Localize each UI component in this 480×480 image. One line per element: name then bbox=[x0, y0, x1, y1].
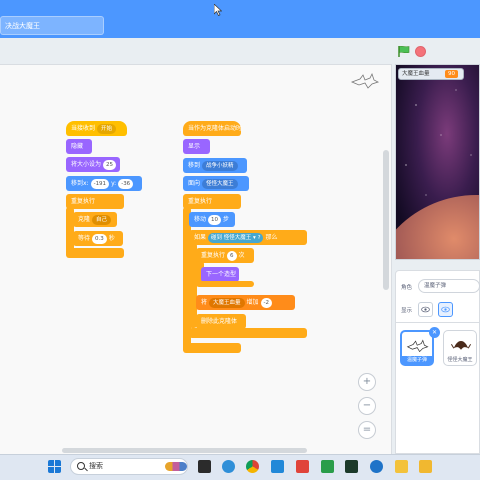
show-label: 显示 bbox=[401, 308, 413, 314]
next-costume-block[interactable]: 下一个造型 bbox=[201, 267, 239, 282]
k-app-icon[interactable] bbox=[370, 460, 383, 473]
delete-clone-block[interactable]: 删除此克隆体 bbox=[196, 314, 246, 329]
boss-sprite-icon bbox=[450, 341, 472, 350]
repeat-block[interactable]: 重复执行 6 次 bbox=[196, 248, 254, 263]
touching-label: 碰到 bbox=[211, 234, 223, 241]
variable-dropdown[interactable]: 大魔王血量 bbox=[209, 297, 245, 308]
dev-app-icon[interactable] bbox=[296, 460, 309, 473]
horizontal-scrollbar[interactable] bbox=[62, 448, 307, 453]
if-end bbox=[189, 328, 307, 338]
goto-x-label: 移到x: bbox=[71, 180, 89, 187]
green-flag-icon[interactable] bbox=[397, 45, 411, 58]
sprite-tile-boss[interactable]: 怪怪大魔王 bbox=[443, 330, 477, 366]
then-label: 那么 bbox=[265, 234, 278, 241]
current-sprite-thumbnail-icon bbox=[350, 72, 380, 89]
hat-label: 当接收到 bbox=[71, 125, 96, 132]
forever-end-2 bbox=[183, 343, 241, 353]
stop-icon[interactable] bbox=[415, 46, 426, 57]
point-target-dropdown[interactable]: 怪怪大魔王 bbox=[202, 178, 238, 189]
repeat-label: 重复执行 bbox=[201, 252, 226, 259]
forever-end bbox=[66, 248, 124, 258]
point-label: 面向 bbox=[188, 180, 201, 187]
windows-start-icon[interactable] bbox=[48, 460, 61, 473]
file-explorer-icon[interactable] bbox=[395, 460, 408, 473]
search-icon bbox=[77, 462, 85, 470]
health-monitor: 大魔王血量 90 bbox=[398, 68, 464, 80]
space-backdrop bbox=[396, 65, 479, 259]
move-steps-block[interactable]: 移动 10 步 bbox=[189, 212, 235, 227]
message-dropdown[interactable]: 开始 bbox=[97, 123, 117, 134]
repeat-end bbox=[196, 281, 254, 287]
repeat-unit: 次 bbox=[238, 252, 245, 259]
wait-block[interactable]: 等待 0.3 秒 bbox=[73, 231, 123, 246]
when-receive-hat-block[interactable]: 当接收到 开始 bbox=[66, 121, 127, 136]
forever-block-2[interactable]: 重复执行 bbox=[183, 194, 241, 209]
monitor-label: 大魔王血量 bbox=[402, 71, 430, 77]
zoom-reset-button[interactable]: = bbox=[358, 421, 376, 439]
zoom-out-button[interactable]: − bbox=[358, 397, 376, 415]
clone-block[interactable]: 克隆 自己 bbox=[73, 212, 117, 227]
touching-question-mark: ? bbox=[257, 234, 261, 241]
trash-icon[interactable]: ✕ bbox=[429, 327, 440, 338]
clone-target-dropdown[interactable]: 自己 bbox=[92, 214, 112, 225]
sprite-tile-name: 怪怪大魔王 bbox=[447, 357, 473, 363]
set-size-block[interactable]: 将大小设为 25 bbox=[66, 157, 120, 172]
hide-sprite-toggle[interactable] bbox=[438, 302, 453, 317]
if-label: 如果 bbox=[194, 234, 207, 241]
touching-target-dropdown[interactable]: 怪怪大魔王 bbox=[224, 235, 252, 241]
size-input[interactable]: 25 bbox=[103, 159, 117, 170]
chrome-icon[interactable] bbox=[246, 460, 259, 473]
move-label: 移动 bbox=[194, 216, 207, 223]
sprite-name-label: 角色 bbox=[401, 285, 413, 291]
wait-unit: 秒 bbox=[108, 235, 115, 242]
sprite-panel-divider bbox=[395, 322, 480, 323]
if-then-block[interactable]: 如果 碰到 怪怪大魔王 ▾ ? 那么 bbox=[189, 230, 307, 245]
move-unit: 步 bbox=[223, 216, 230, 223]
search-highlight-icon bbox=[165, 462, 187, 471]
show-sprite-toggle[interactable] bbox=[418, 302, 433, 317]
bullet-sprite-icon bbox=[406, 339, 429, 353]
repeat-input[interactable]: 6 bbox=[227, 250, 237, 261]
change-label: 将 bbox=[201, 299, 208, 306]
goto-target-dropdown[interactable]: 战争小妖精 bbox=[202, 160, 238, 171]
goto-y-label: y: bbox=[111, 180, 117, 187]
set-size-label: 将大小设为 bbox=[71, 161, 102, 168]
show-block[interactable]: 显示 bbox=[183, 139, 210, 154]
y-input[interactable]: -36 bbox=[118, 178, 134, 189]
edge-browser-icon[interactable] bbox=[222, 460, 235, 473]
task-view-icon[interactable] bbox=[198, 460, 211, 473]
eye-icon bbox=[421, 306, 430, 313]
wait-label: 等待 bbox=[78, 235, 91, 242]
notes-app-icon[interactable] bbox=[419, 460, 432, 473]
sprite-tile-name: 温魔子弹 bbox=[402, 356, 432, 364]
change-by-label: 增加 bbox=[246, 299, 259, 306]
eye-icon bbox=[441, 306, 450, 313]
mouse-cursor-icon bbox=[214, 4, 222, 16]
stage-canvas[interactable] bbox=[395, 64, 480, 260]
forever-block[interactable]: 重复执行 bbox=[66, 194, 124, 209]
hide-block[interactable]: 隐藏 bbox=[66, 139, 92, 154]
menu-bar: 决战大魔王 bbox=[0, 0, 480, 38]
goto-label: 移到 bbox=[188, 162, 201, 169]
vertical-scrollbar[interactable] bbox=[383, 150, 389, 290]
x-input[interactable]: -191 bbox=[90, 178, 110, 189]
change-variable-block[interactable]: 将大魔王血量 增加 -2 bbox=[196, 295, 295, 310]
goto-xy-block[interactable]: 移到x: -191 y: -36 bbox=[66, 176, 142, 191]
when-clone-start-hat-block[interactable]: 当作为克隆体启动时 bbox=[183, 121, 242, 136]
wait-input[interactable]: 0.3 bbox=[92, 233, 107, 244]
sprite-name-field[interactable]: 温魔子弹 bbox=[418, 279, 480, 293]
change-value-input[interactable]: -2 bbox=[260, 297, 273, 308]
search-text: 搜索 bbox=[89, 462, 103, 470]
clone-label: 克隆 bbox=[78, 216, 91, 223]
vscode-icon[interactable] bbox=[271, 460, 284, 473]
touching-block[interactable]: 碰到 怪怪大魔王 ▾ ? bbox=[208, 232, 264, 243]
wechat-icon[interactable] bbox=[321, 460, 334, 473]
goto-sprite-block[interactable]: 移到 战争小妖精 bbox=[183, 158, 247, 173]
project-title-input[interactable]: 决战大魔王 bbox=[0, 16, 104, 35]
zoom-in-button[interactable]: + bbox=[358, 373, 376, 391]
move-input[interactable]: 10 bbox=[208, 214, 222, 225]
terminal-icon[interactable] bbox=[345, 460, 358, 473]
point-towards-block[interactable]: 面向 怪怪大魔王 bbox=[183, 176, 249, 191]
monitor-value: 90 bbox=[445, 70, 458, 78]
